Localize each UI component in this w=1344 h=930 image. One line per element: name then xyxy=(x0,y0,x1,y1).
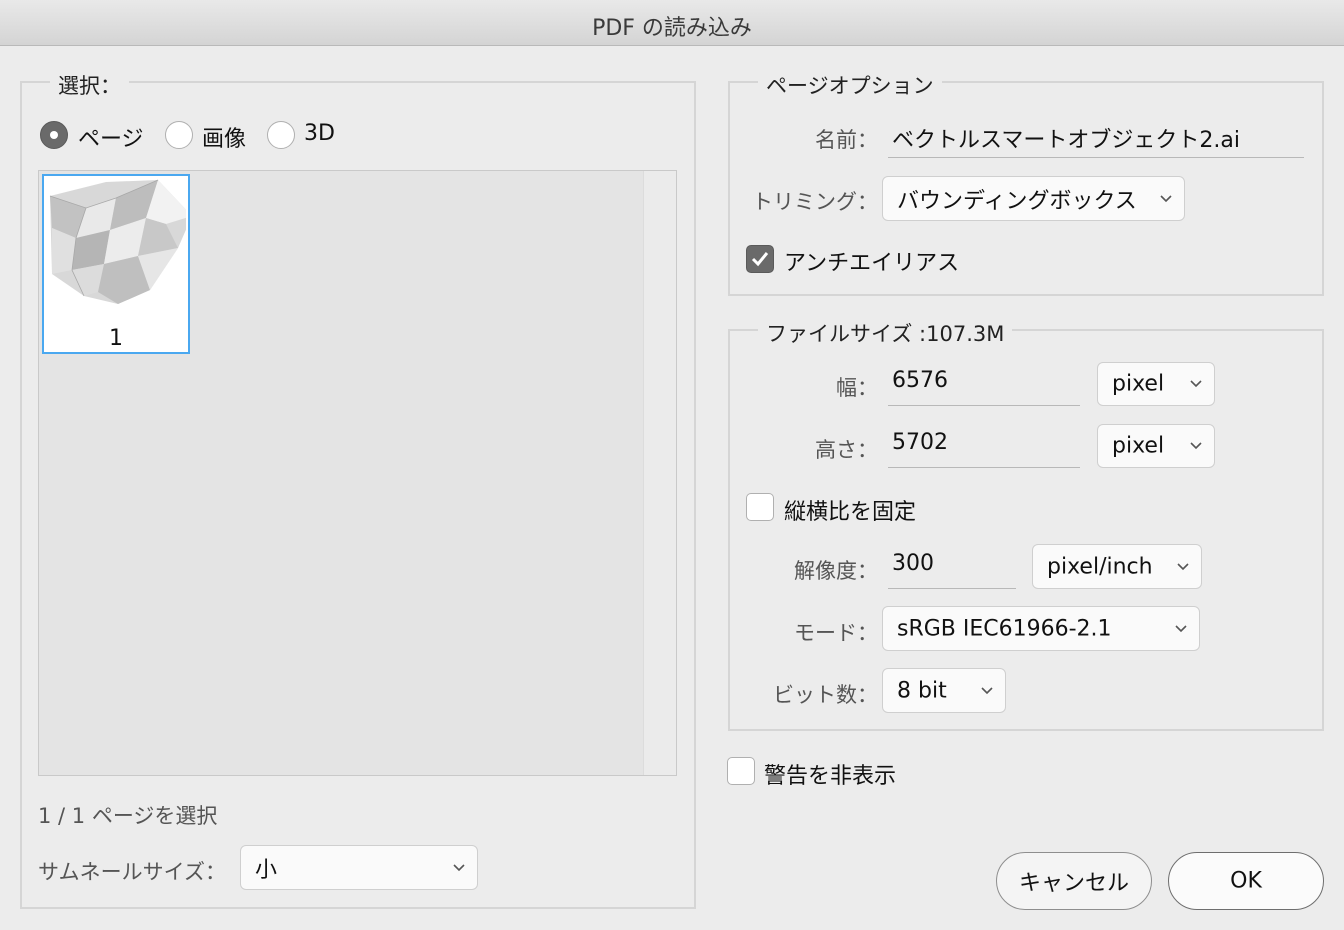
width-unit-select[interactable]: pixel xyxy=(1097,362,1215,406)
constrain-label[interactable]: 縦横比を固定 xyxy=(784,494,916,526)
name-field[interactable]: ベクトルスマートオブジェクト2.ai xyxy=(888,122,1304,158)
checkmark-icon xyxy=(751,252,769,267)
height-field[interactable]: 5702 xyxy=(888,430,1080,468)
image-size-legend: ファイルサイズ :107.3M xyxy=(758,318,1013,348)
thumb-size-select[interactable]: 小 xyxy=(240,845,478,890)
selection-legend: 選択： xyxy=(50,70,129,100)
height-unit-value: pixel xyxy=(1112,433,1165,459)
thumbnail-scrollbar[interactable] xyxy=(643,171,676,775)
page-thumbnail-image xyxy=(49,179,186,304)
height-unit-select[interactable]: pixel xyxy=(1097,424,1215,468)
chevron-down-icon xyxy=(1177,562,1189,570)
ok-button-label: OK xyxy=(1230,868,1262,894)
crop-label: トリミング： xyxy=(752,190,878,214)
resolution-unit-value: pixel/inch xyxy=(1047,554,1153,579)
radio-3d[interactable] xyxy=(267,121,295,149)
depth-select[interactable]: 8 bit xyxy=(882,668,1006,713)
chevron-down-icon xyxy=(1160,194,1172,202)
ok-button[interactable]: OK xyxy=(1168,852,1324,910)
width-label: 幅： xyxy=(836,376,878,400)
chevron-down-icon xyxy=(1190,380,1202,388)
antialias-label[interactable]: アンチエイリアス xyxy=(784,245,959,277)
thumb-size-label: サムネールサイズ： xyxy=(38,860,226,884)
resolution-label: 解像度： xyxy=(794,559,878,583)
mode-label: モード： xyxy=(794,621,878,645)
thumb-size-value: 小 xyxy=(255,857,278,883)
depth-label: ビット数： xyxy=(773,683,878,707)
radio-image-label[interactable]: 画像 xyxy=(202,121,246,153)
selection-status: 1 / 1 ページを選択 xyxy=(38,804,218,828)
cancel-button-label: キャンセル xyxy=(1018,871,1129,896)
page-options-legend: ページオプション xyxy=(758,70,942,100)
title-bar: PDF の読み込み xyxy=(0,0,1344,46)
name-label: 名前： xyxy=(815,128,878,152)
mode-select[interactable]: sRGB IEC61966-2.1 xyxy=(882,606,1200,651)
resolution-field[interactable]: 300 xyxy=(888,551,1016,589)
page-thumbnail-number: 1 xyxy=(109,326,123,351)
radio-page-label[interactable]: ページ xyxy=(78,121,144,153)
chevron-down-icon xyxy=(1175,624,1187,632)
cancel-button[interactable]: キャンセル xyxy=(996,852,1152,910)
suppress-warnings-checkbox[interactable] xyxy=(727,757,755,785)
chevron-down-icon xyxy=(981,686,993,694)
crop-select[interactable]: バウンディングボックス xyxy=(882,176,1185,221)
radio-3d-label[interactable]: 3D xyxy=(304,121,335,146)
width-field[interactable]: 6576 xyxy=(888,368,1080,406)
depth-value: 8 bit xyxy=(897,678,947,703)
radio-page[interactable] xyxy=(40,121,68,149)
window-title: PDF の読み込み xyxy=(592,16,752,41)
resolution-unit-select[interactable]: pixel/inch xyxy=(1032,544,1202,589)
chevron-down-icon xyxy=(1190,442,1202,450)
width-unit-value: pixel xyxy=(1112,371,1165,397)
constrain-checkbox[interactable] xyxy=(746,493,774,521)
suppress-warnings-label[interactable]: 警告を非表示 xyxy=(764,758,896,790)
radio-image[interactable] xyxy=(165,121,193,149)
height-label: 高さ： xyxy=(815,438,878,462)
antialias-checkbox[interactable] xyxy=(746,245,774,273)
page-thumbnail[interactable]: 1 xyxy=(42,174,190,354)
chevron-down-icon xyxy=(453,863,465,871)
crop-value: バウンディングボックス xyxy=(897,188,1137,214)
mode-value: sRGB IEC61966-2.1 xyxy=(897,616,1112,641)
